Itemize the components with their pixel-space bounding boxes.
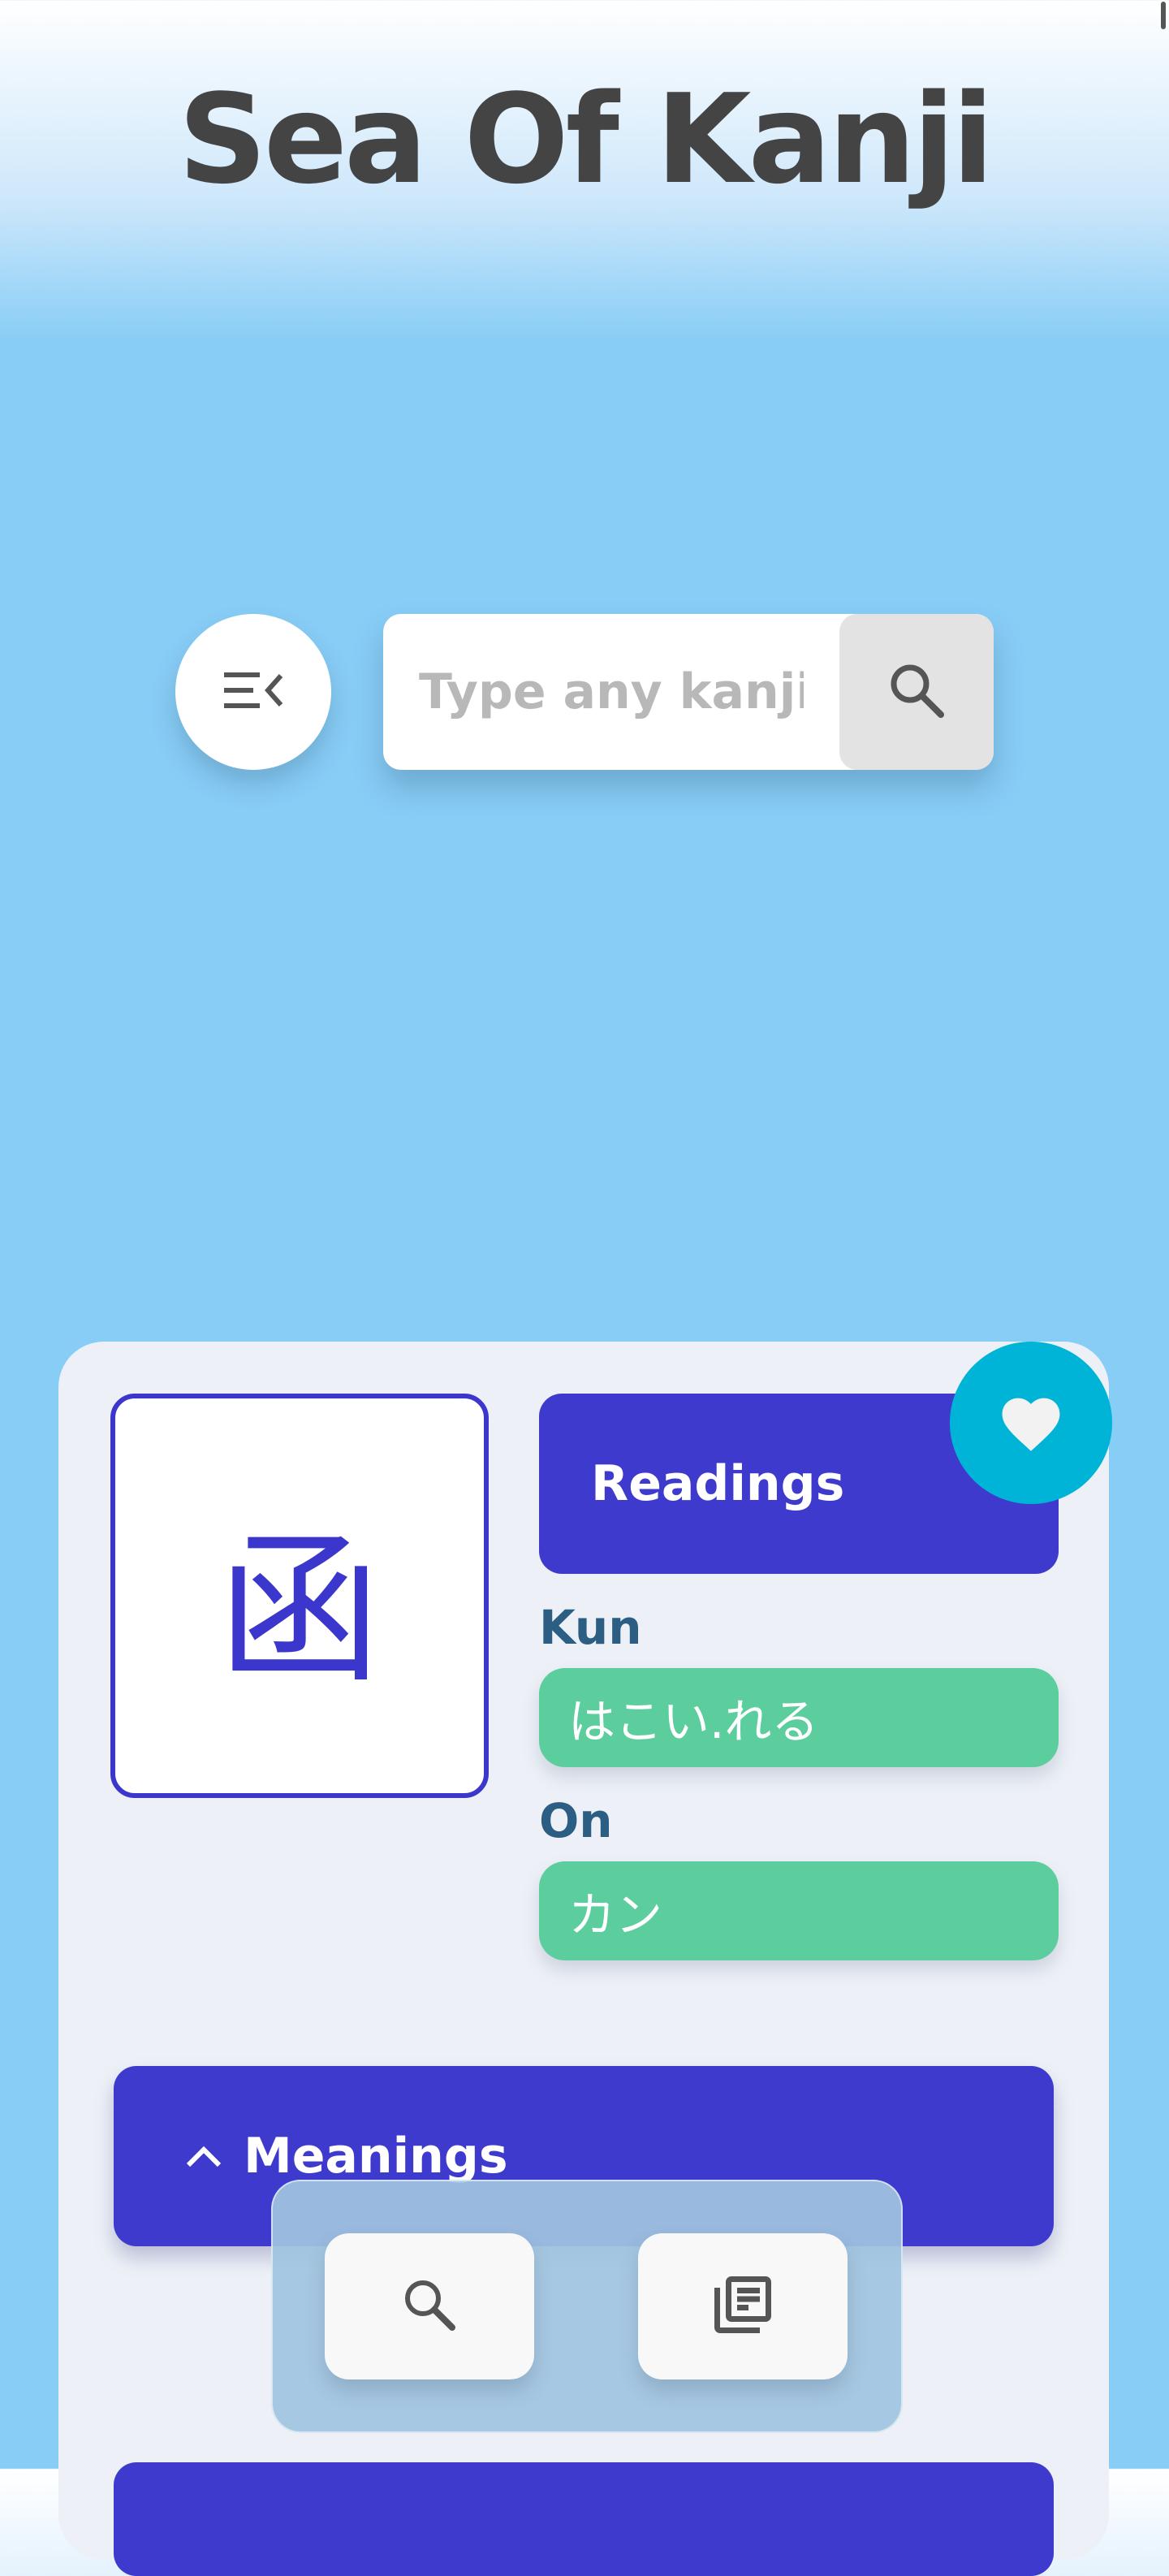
on-label: On	[539, 1793, 613, 1848]
meanings-title: Meanings	[244, 2128, 508, 2185]
favorite-button[interactable]	[950, 1342, 1112, 1504]
search-input[interactable]	[383, 614, 839, 770]
scrollbar-thumb[interactable]	[1161, 2, 1166, 29]
search-bar	[383, 614, 994, 770]
chevron-up-icon	[183, 2142, 224, 2170]
next-section-header[interactable]	[114, 2462, 1054, 2576]
bottom-nav-bar	[271, 2180, 903, 2433]
search-icon	[397, 2272, 462, 2340]
app-title: Sea Of Kanji	[178, 67, 994, 211]
nav-list-button[interactable]	[638, 2233, 848, 2379]
menu-collapse-icon	[221, 666, 286, 718]
heart-icon	[996, 1390, 1066, 1456]
kun-label: Kun	[539, 1600, 642, 1655]
kanji-display: 函	[110, 1394, 489, 1798]
kanji-character: 函	[218, 1516, 381, 1705]
library-books-icon	[709, 2271, 777, 2342]
readings-title: Readings	[591, 1455, 845, 1512]
menu-button[interactable]	[175, 614, 331, 770]
kun-reading: はこい.れる	[539, 1668, 1059, 1767]
nav-search-button[interactable]	[325, 2233, 534, 2379]
on-reading: カン	[539, 1861, 1059, 1960]
search-button[interactable]	[839, 614, 994, 770]
search-icon	[884, 658, 949, 726]
